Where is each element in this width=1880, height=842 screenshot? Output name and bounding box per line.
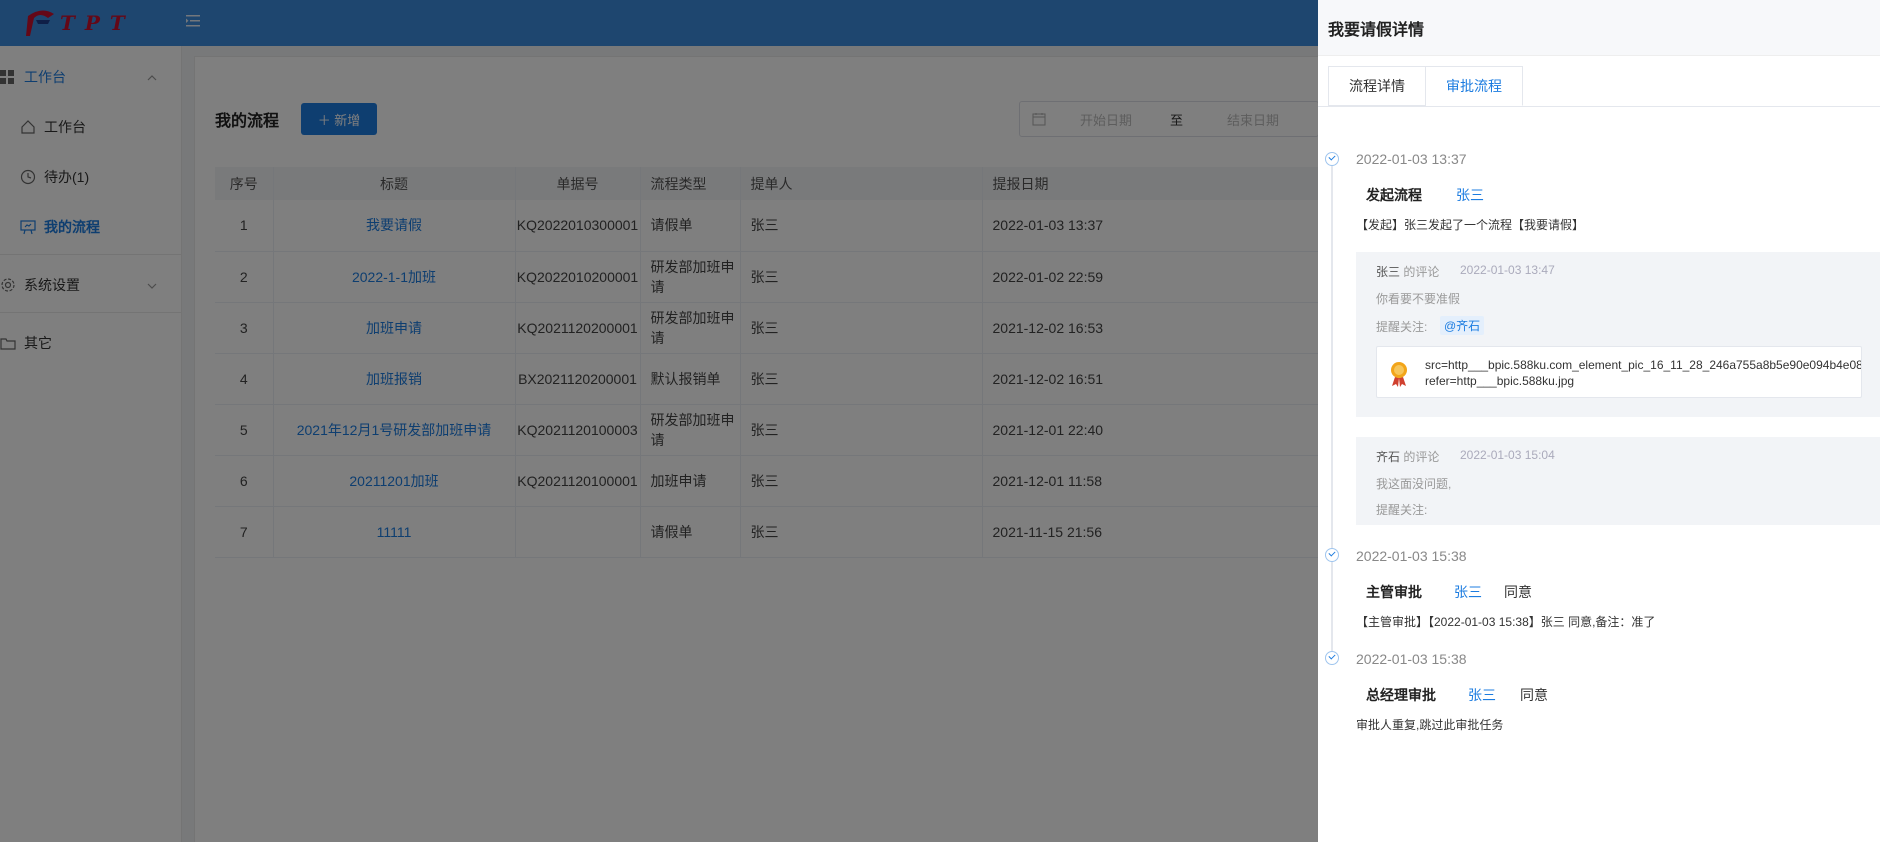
timeline-node: 发起流程: [1366, 187, 1422, 203]
drawer-title: 我要请假详情: [1318, 0, 1880, 56]
timeline-desc: 【发起】张三发起了一个流程【我要请假】: [1356, 218, 1585, 232]
remind-label: 提醒关注:: [1376, 503, 1428, 517]
comment-card: 张三 的评论 2022-01-03 13:47 你看要不要准假 提醒关注: @齐…: [1356, 252, 1880, 417]
timeline-check-icon: [1325, 152, 1339, 166]
comment-suffix: 的评论: [1400, 265, 1440, 279]
timeline-node: 主管审批: [1366, 584, 1422, 600]
timeline-result: 同意: [1504, 584, 1532, 600]
tab-divider: [1318, 106, 1880, 107]
timeline-user[interactable]: 张三: [1468, 685, 1496, 705]
tab-process-detail[interactable]: 流程详情: [1328, 66, 1426, 106]
timeline-node: 总经理审批: [1366, 687, 1436, 703]
attachment-line: refer=http___bpic.588ku.jpg: [1425, 374, 1575, 388]
attachment-item[interactable]: src=http___bpic.588ku.com_element_pic_16…: [1376, 346, 1862, 398]
tab-approval-flow[interactable]: 审批流程: [1426, 66, 1523, 106]
attachment-line: src=http___bpic.588ku.com_element_pic_16…: [1425, 358, 1862, 372]
comment-author: 张三: [1376, 265, 1401, 279]
timeline-time: 2022-01-03 15:38: [1356, 548, 1467, 564]
timeline-check-icon: [1325, 548, 1339, 562]
medal-icon: [1391, 362, 1407, 387]
modal-overlay[interactable]: [0, 0, 1318, 842]
mention-tag[interactable]: @齐石: [1440, 316, 1485, 335]
comment-time: 2022-01-03 13:47: [1460, 263, 1555, 277]
comment-time: 2022-01-03 15:04: [1460, 448, 1555, 462]
timeline-user[interactable]: 张三: [1454, 582, 1482, 602]
timeline-desc: 【主管审批】【2022-01-03 15:38】张三 同意,备注：准了: [1356, 615, 1656, 629]
comment-text: 我这面没问题,: [1376, 477, 1452, 491]
timeline-user[interactable]: 张三: [1456, 185, 1484, 205]
attachment-filename: src=http___bpic.588ku.com_element_pic_16…: [1425, 357, 1862, 389]
timeline-time: 2022-01-03 13:37: [1356, 151, 1467, 167]
comment-card: 齐石 的评论 2022-01-03 15:04 我这面没问题, 提醒关注:: [1356, 437, 1880, 525]
comment-meta: 张三 的评论: [1376, 263, 1439, 280]
timeline-check-icon: [1325, 651, 1339, 665]
comment-author: 齐石: [1376, 450, 1401, 464]
drawer-tabs: 流程详情 审批流程: [1328, 66, 1523, 106]
timeline-result: 同意: [1520, 687, 1548, 703]
detail-drawer: 我要请假详情 流程详情 审批流程 2022-01-03 13:37 发起流程 张…: [1318, 0, 1880, 842]
comment-text: 你看要不要准假: [1376, 292, 1461, 306]
comment-suffix: 的评论: [1400, 450, 1440, 464]
timeline-desc: 审批人重复,跳过此审批任务: [1356, 718, 1504, 732]
comment-meta: 齐石 的评论: [1376, 448, 1439, 465]
remind-label: 提醒关注:: [1376, 320, 1428, 334]
timeline-time: 2022-01-03 15:38: [1356, 651, 1467, 667]
timeline-line: [1331, 160, 1333, 660]
